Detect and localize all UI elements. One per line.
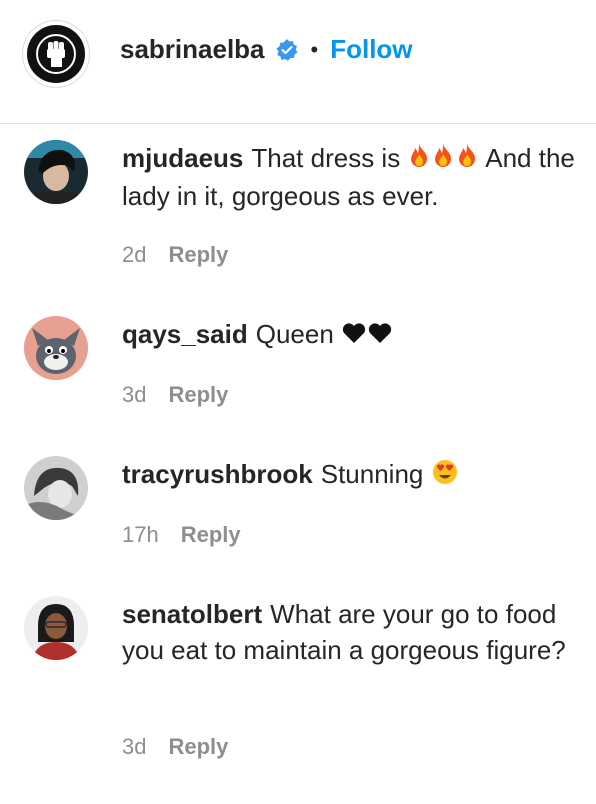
raised-fist-icon xyxy=(27,25,85,83)
comment-text: tracyrushbrook Stunning xyxy=(122,456,582,495)
comment-username[interactable]: qays_said xyxy=(122,319,248,349)
comment-content: Queen xyxy=(255,319,334,349)
black-heart-icon xyxy=(341,318,367,354)
fire-icon xyxy=(455,142,479,178)
reply-button[interactable]: Reply xyxy=(168,734,228,760)
fire-icon xyxy=(407,142,431,178)
comment-timestamp[interactable]: 3d xyxy=(122,382,146,408)
comment-content: Stunning xyxy=(320,459,424,489)
comment-meta: 3d Reply xyxy=(122,734,228,760)
reply-button[interactable]: Reply xyxy=(168,382,228,408)
reply-button[interactable]: Reply xyxy=(168,242,228,268)
fire-icon xyxy=(431,142,455,178)
comment-text: qays_said Queen xyxy=(122,316,582,354)
comment-timestamp[interactable]: 17h xyxy=(122,522,159,548)
follow-button[interactable]: Follow xyxy=(330,34,412,65)
verified-badge-icon xyxy=(275,38,299,62)
reply-button[interactable]: Reply xyxy=(181,522,241,548)
comment-content: That dress is xyxy=(251,143,401,173)
comment-username[interactable]: tracyrushbrook xyxy=(122,459,313,489)
heart-eyes-icon xyxy=(431,458,459,495)
comment-timestamp[interactable]: 2d xyxy=(122,242,146,268)
comment-username[interactable]: senatolbert xyxy=(122,599,262,629)
commenter-avatar[interactable] xyxy=(24,140,88,204)
post-header: sabrinaelba • Follow xyxy=(0,0,596,124)
commenter-avatar[interactable] xyxy=(24,316,88,380)
commenter-avatar[interactable] xyxy=(24,456,88,520)
comment-meta: 2d Reply xyxy=(122,242,228,268)
comment-timestamp[interactable]: 3d xyxy=(122,734,146,760)
black-heart-icon xyxy=(367,318,393,354)
comment-text: senatolbert What are your go to food you … xyxy=(122,596,582,668)
header-username[interactable]: sabrinaelba xyxy=(120,34,265,65)
comment-username[interactable]: mjudaeus xyxy=(122,143,243,173)
comment-meta: 17h Reply xyxy=(122,522,241,548)
separator-dot: • xyxy=(310,36,319,62)
commenter-avatar[interactable] xyxy=(24,596,88,660)
header-user-row: sabrinaelba • Follow xyxy=(120,34,413,65)
profile-avatar[interactable] xyxy=(22,20,90,88)
comment-text: mjudaeus That dress is And the lady in it… xyxy=(122,140,582,214)
comment-meta: 3d Reply xyxy=(122,382,228,408)
